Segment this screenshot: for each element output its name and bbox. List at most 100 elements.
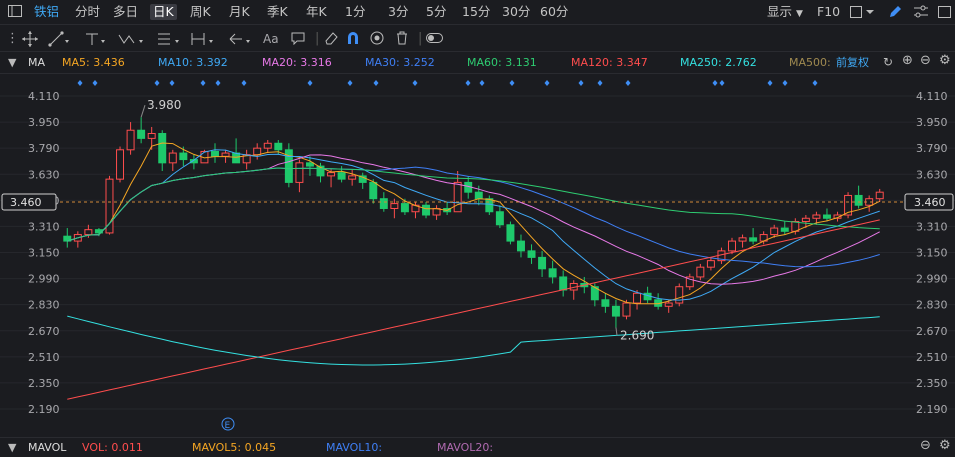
y-tick-label-right: 2.830: [916, 299, 948, 312]
window-icon[interactable]: [938, 5, 952, 24]
ma-legend-item: MA500:: [789, 56, 831, 69]
trash-icon[interactable]: [395, 31, 409, 50]
signal-marker: [479, 80, 485, 86]
candlestick-chart[interactable]: 4.110 4.110 3.950 3.950 3.790 3.790 3.630 3.630…: [0, 74, 955, 437]
y-tick-label-left: 4.110: [28, 90, 60, 103]
candle-body: [633, 292, 642, 304]
period-tab[interactable]: 1分: [345, 4, 365, 20]
settings-gear-icon[interactable]: ⚙: [939, 54, 951, 68]
period-toolbar: 铁铝 分时 多日 日K 周K 月K 季K 年K 1分 3分 5分 15分 30分 60分 显示 ▼ F1…: [0, 0, 955, 25]
candle-body: [400, 203, 409, 213]
candle-body: [327, 172, 336, 177]
volume-legend-item: MAVOL5: 0.045: [192, 441, 277, 454]
channel-tool-icon[interactable]: [84, 31, 108, 52]
adjust-mode[interactable]: 前复权: [836, 56, 869, 70]
y-tick-label-right: 3.790: [916, 142, 948, 155]
period-tab[interactable]: 5分: [426, 4, 446, 20]
period-tab[interactable]: 3分: [388, 4, 408, 20]
display-label: 显示: [767, 4, 793, 19]
add-icon[interactable]: ⊕: [902, 54, 913, 68]
collapse-chevron-icon[interactable]: ▼: [8, 56, 16, 70]
y-tick-label-left: 3.150: [28, 247, 60, 260]
display-dropdown[interactable]: 显示 ▼: [767, 4, 803, 22]
volume-indicator-name[interactable]: MAVOL: [28, 441, 66, 455]
eraser-icon[interactable]: [324, 31, 338, 50]
ma-legend-item: MA60: 3.131: [467, 56, 537, 69]
sidebar-toggle-icon[interactable]: [8, 5, 22, 22]
signal-marker: [77, 80, 83, 86]
text-tool-icon[interactable]: Aa: [263, 31, 279, 47]
indicator-name[interactable]: MA: [28, 56, 45, 70]
signal-marker: [625, 80, 631, 86]
magnet-icon[interactable]: [346, 31, 360, 50]
period-tab[interactable]: 30分: [502, 4, 530, 20]
candle-body: [158, 132, 167, 164]
fibonacci-icon[interactable]: [156, 31, 182, 52]
candle-body: [738, 237, 747, 242]
divider: |: [315, 31, 320, 46]
candle-body: [84, 229, 93, 236]
candle-body: [232, 152, 241, 164]
y-tick-label-right: 2.670: [916, 325, 948, 338]
ma-legend-item: MA120: 3.347: [571, 56, 648, 69]
period-tab[interactable]: 60分: [540, 4, 568, 20]
product-name[interactable]: 铁铝: [34, 4, 59, 20]
candle-body: [305, 162, 314, 167]
pen-icon[interactable]: [888, 5, 902, 24]
y-tick-label-left: 2.830: [28, 299, 60, 312]
candle-body: [147, 132, 156, 139]
signal-marker: [373, 80, 379, 86]
layout-dropdown[interactable]: [850, 5, 876, 24]
period-tab[interactable]: 分时: [75, 4, 100, 20]
candle-body: [211, 150, 219, 157]
volume-legend-item: MAVOL10:: [326, 441, 383, 454]
candle-body: [295, 162, 304, 183]
remove-icon[interactable]: ⊖: [920, 54, 931, 68]
volume-legend-item: MAVOL20:: [437, 441, 494, 454]
refresh-icon[interactable]: ↻: [883, 55, 893, 69]
f10-button[interactable]: F10: [817, 4, 840, 20]
ma-legend-bar: ▼ MA MA5: 3.436 MA10: 3.392 MA20: 3.316 MA3…: [0, 52, 955, 74]
period-tab[interactable]: 日K: [150, 4, 177, 20]
candle-body: [337, 172, 346, 180]
y-tick-label-right: 3.310: [916, 220, 948, 233]
signal-marker: [544, 80, 550, 86]
range-tool-icon[interactable]: [190, 31, 216, 52]
grip-handle-icon[interactable]: ⋮: [6, 31, 19, 47]
trend-line-icon[interactable]: [48, 31, 72, 52]
toggle-drawings-icon[interactable]: [426, 31, 444, 50]
ma250-line: [67, 315, 880, 366]
candle-body: [706, 260, 715, 268]
candle-body: [422, 204, 431, 216]
crosshair-move-icon[interactable]: [22, 31, 38, 52]
period-tab[interactable]: 年K: [306, 4, 327, 20]
wave-tool-icon[interactable]: [118, 31, 146, 52]
y-tick-label-right: 2.990: [916, 273, 948, 286]
comment-icon[interactable]: [291, 31, 305, 50]
period-tab[interactable]: 周K: [190, 4, 211, 20]
collapse-chevron-icon[interactable]: ▼: [8, 441, 16, 455]
low-annotation: 2.690: [620, 328, 654, 342]
settings-gear-icon[interactable]: ⚙: [939, 439, 951, 453]
candle-body: [369, 181, 378, 200]
settings-sliders-icon[interactable]: [914, 5, 928, 24]
period-tab[interactable]: 月K: [229, 4, 250, 20]
candle-body: [696, 266, 705, 278]
remove-icon[interactable]: ⊖: [920, 439, 931, 453]
signal-marker: [782, 80, 788, 86]
candle-body: [728, 240, 736, 252]
y-tick-label-left: 3.790: [28, 142, 60, 155]
period-tab[interactable]: 季K: [267, 4, 288, 20]
y-tick-label-left: 2.350: [28, 377, 60, 390]
candle-body: [822, 214, 831, 219]
arrow-tool-icon[interactable]: [228, 31, 254, 52]
period-tab[interactable]: 15分: [462, 4, 490, 20]
candle-body: [485, 198, 494, 213]
eye-icon[interactable]: [370, 31, 384, 50]
candle-body: [274, 142, 283, 151]
period-tab[interactable]: 多日: [113, 4, 138, 20]
y-tick-label-left: 2.990: [28, 273, 60, 286]
candle-body: [780, 227, 789, 232]
candle-body: [875, 191, 884, 200]
ma120-line: [67, 219, 880, 400]
